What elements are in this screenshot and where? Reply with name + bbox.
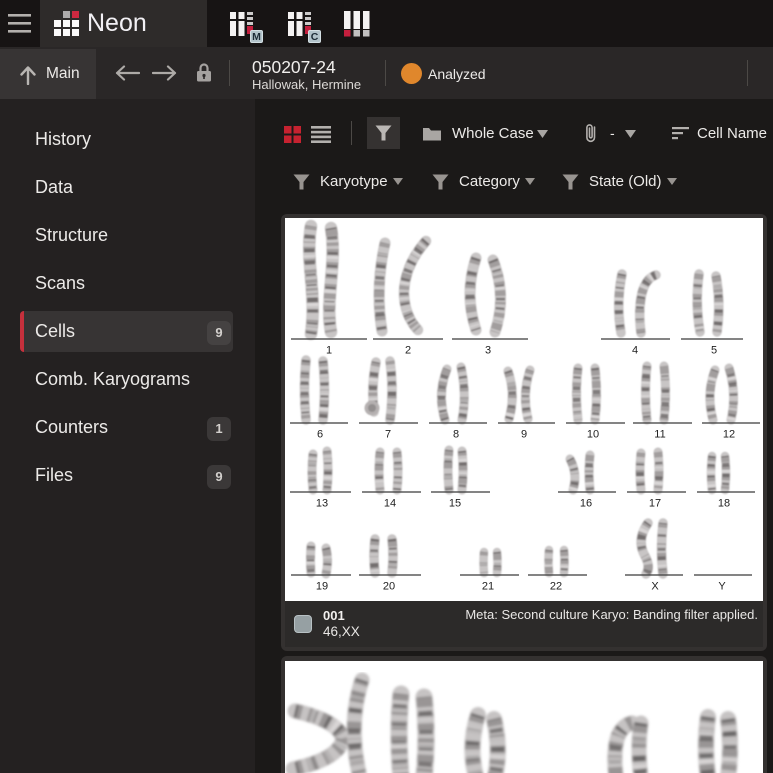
svg-text:1: 1 <box>326 345 332 357</box>
svg-text:17: 17 <box>649 498 661 510</box>
svg-text:2: 2 <box>405 345 411 357</box>
svg-text:22: 22 <box>550 581 562 593</box>
svg-text:21: 21 <box>482 581 494 593</box>
svg-text:5: 5 <box>711 345 717 357</box>
svg-text:18: 18 <box>718 498 730 510</box>
svg-text:6: 6 <box>317 429 323 441</box>
svg-text:14: 14 <box>384 498 396 510</box>
svg-text:10: 10 <box>587 429 599 441</box>
svg-text:3: 3 <box>485 345 491 357</box>
svg-text:4: 4 <box>632 345 638 357</box>
svg-text:19: 19 <box>316 581 328 593</box>
svg-text:X: X <box>651 581 659 593</box>
svg-text:12: 12 <box>723 429 735 441</box>
svg-text:20: 20 <box>383 581 395 593</box>
svg-text:11: 11 <box>654 429 665 441</box>
svg-text:13: 13 <box>316 498 328 510</box>
svg-text:8: 8 <box>453 429 459 441</box>
svg-text:7: 7 <box>385 429 391 441</box>
svg-text:Y: Y <box>718 581 726 593</box>
svg-text:16: 16 <box>580 498 592 510</box>
svg-text:15: 15 <box>449 498 461 510</box>
svg-text:9: 9 <box>521 429 527 441</box>
